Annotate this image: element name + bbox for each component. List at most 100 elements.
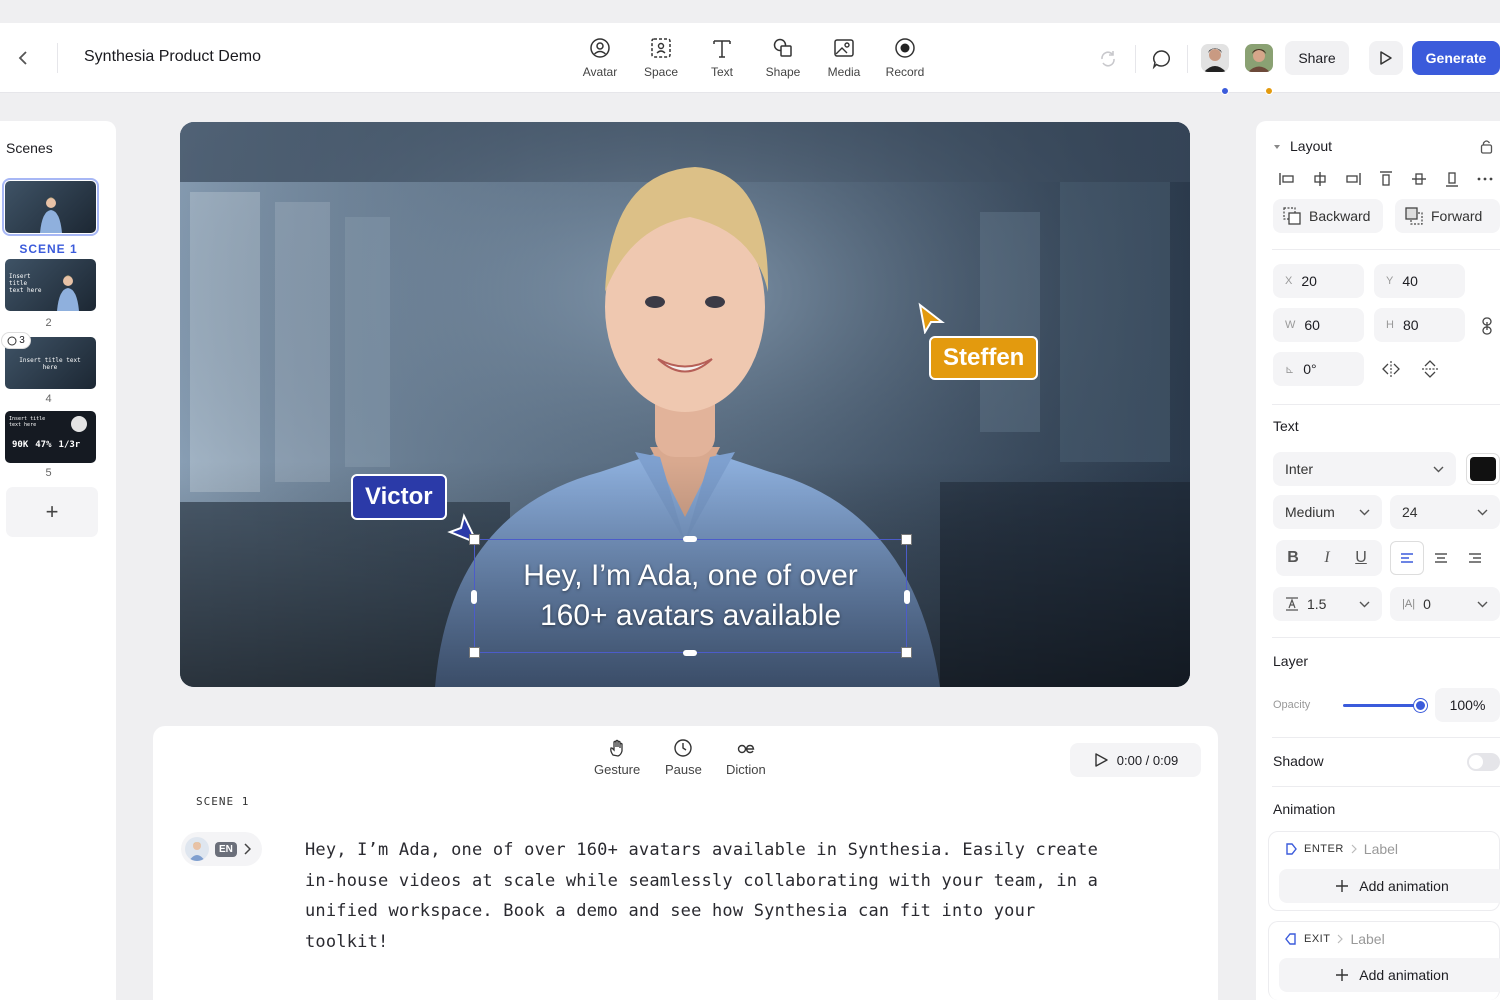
scene-thumbnail-5[interactable]: Insert title text here 90K 47% 1/3r (5, 411, 96, 463)
project-title[interactable]: Synthesia Product Demo (84, 48, 261, 66)
font-size-select[interactable]: 24 (1390, 495, 1500, 529)
toggle-knob (1469, 755, 1483, 769)
line-height-select[interactable]: 1.5 (1273, 587, 1382, 621)
font-weight-select[interactable]: Medium (1273, 495, 1382, 529)
exit-icon (1285, 933, 1296, 945)
align-text-right-icon[interactable] (1458, 552, 1492, 564)
x-position-field[interactable]: X 20 (1273, 264, 1364, 298)
width-field[interactable]: W 60 (1273, 308, 1364, 342)
opacity-field[interactable]: 100% (1435, 688, 1500, 722)
button-label: Add animation (1359, 878, 1449, 894)
avatar (1201, 44, 1229, 72)
scene-thumbnail-1[interactable] (2, 178, 99, 236)
opacity-slider-handle[interactable] (1414, 699, 1427, 712)
gesture-button[interactable]: Gesture (594, 738, 640, 777)
resize-handle[interactable] (683, 650, 697, 656)
align-right-icon[interactable] (1343, 169, 1363, 189)
italic-icon[interactable]: I (1310, 549, 1344, 567)
stat-value: 1/3r (58, 440, 81, 450)
exit-animation-row[interactable]: EXIT Label (1285, 931, 1385, 947)
subtitle-text-box[interactable]: Hey, I’m Ada, one of over 160+ avatars a… (474, 539, 907, 653)
script-panel: Gesture Pause Diction 0:00 / 0:09 SCENE … (153, 726, 1218, 1000)
align-center-h-icon[interactable] (1310, 169, 1330, 189)
opacity-slider-track[interactable] (1343, 704, 1421, 707)
divider (1187, 45, 1188, 73)
bold-icon[interactable]: B (1276, 549, 1310, 567)
align-left-icon[interactable] (1277, 169, 1297, 189)
more-icon[interactable] (1475, 169, 1495, 189)
align-center-v-icon[interactable] (1409, 169, 1429, 189)
tool-avatar[interactable]: Avatar (570, 37, 630, 81)
enter-animation-row[interactable]: ENTER Label (1285, 841, 1398, 857)
comment-count-badge[interactable]: 3 (1, 332, 31, 349)
collapse-triangle-icon[interactable] (1273, 143, 1281, 151)
link-icon[interactable] (1481, 317, 1493, 335)
preview-button[interactable] (1369, 41, 1403, 75)
rotation-field[interactable]: ⊾ 0° (1273, 352, 1364, 386)
script-tool-label: Pause (665, 762, 702, 777)
scene-label: 4 (45, 393, 52, 405)
letter-spacing-select[interactable]: |A| 0 (1390, 587, 1500, 621)
resize-handle[interactable] (683, 536, 697, 542)
voice-language-selector[interactable]: EN (181, 832, 262, 866)
comment-icon (1152, 50, 1170, 70)
tool-media[interactable]: Media (814, 37, 874, 81)
text-align-group (1390, 540, 1500, 576)
add-enter-animation-button[interactable]: Add animation (1279, 869, 1500, 903)
resize-handle[interactable] (904, 590, 910, 604)
shape-icon (773, 38, 792, 57)
tool-label: Record (885, 65, 925, 79)
sync-button[interactable] (1096, 47, 1120, 71)
align-top-icon[interactable] (1376, 169, 1396, 189)
resize-handle[interactable] (469, 534, 480, 545)
select-value: 0 (1423, 596, 1431, 612)
select-content: |A| 0 (1402, 596, 1431, 612)
clock-icon (674, 739, 693, 757)
add-exit-animation-button[interactable]: Add animation (1279, 958, 1500, 992)
generate-button[interactable]: Generate (1412, 41, 1500, 75)
tool-record[interactable]: Record (875, 37, 935, 81)
font-family-select[interactable]: Inter (1273, 452, 1456, 486)
add-scene-button[interactable]: + (6, 487, 98, 537)
share-button[interactable]: Share (1285, 41, 1349, 75)
bring-forward-button[interactable]: Forward (1395, 199, 1500, 233)
script-text-editor[interactable]: Hey, I’m Ada, one of over 160+ avatars a… (305, 835, 1165, 957)
stat-value: 90K (12, 440, 29, 450)
send-backward-button[interactable]: Backward (1273, 199, 1383, 233)
resize-handle[interactable] (471, 590, 477, 604)
button-label: Forward (1431, 208, 1483, 224)
align-text-center-icon[interactable] (1424, 552, 1458, 564)
line-height-icon (1286, 597, 1298, 611)
bring-forward-icon (1405, 207, 1423, 225)
comments-button[interactable] (1149, 46, 1175, 72)
tool-text[interactable]: Text (692, 37, 752, 81)
collaborator-avatar[interactable] (1201, 44, 1229, 72)
collaborator-avatar[interactable] (1245, 44, 1273, 72)
underline-icon[interactable]: U (1344, 549, 1378, 567)
subtitle-line: Hey, I’m Ada, one of over (523, 559, 858, 592)
flip-horizontal-icon[interactable] (1382, 360, 1400, 378)
scene-thumbnail-2[interactable]: Insert title text here (5, 259, 96, 311)
y-position-field[interactable]: Y 40 (1374, 264, 1465, 298)
height-field[interactable]: H 80 (1374, 308, 1465, 342)
align-text-left-icon[interactable] (1390, 541, 1424, 575)
diction-button[interactable]: Diction (726, 738, 766, 777)
back-button[interactable] (12, 45, 34, 71)
resize-handle[interactable] (901, 534, 912, 545)
tool-space[interactable]: Space (631, 37, 691, 81)
flip-vertical-icon[interactable] (1421, 360, 1439, 378)
avatar (71, 416, 87, 432)
field-value: 0° (1303, 361, 1317, 377)
lock-icon[interactable] (1480, 139, 1493, 154)
pause-button[interactable]: Pause (665, 738, 702, 777)
shadow-toggle[interactable] (1467, 753, 1500, 771)
collaborator-cursor-label: Victor (351, 474, 447, 520)
playback-time-button[interactable]: 0:00 / 0:09 (1070, 743, 1201, 777)
align-bottom-icon[interactable] (1442, 169, 1462, 189)
resize-handle[interactable] (901, 647, 912, 658)
text-color-picker[interactable] (1466, 453, 1500, 485)
color-swatch (1470, 457, 1496, 481)
tool-shape[interactable]: Shape (753, 37, 813, 81)
divider (1272, 404, 1500, 405)
resize-handle[interactable] (469, 647, 480, 658)
